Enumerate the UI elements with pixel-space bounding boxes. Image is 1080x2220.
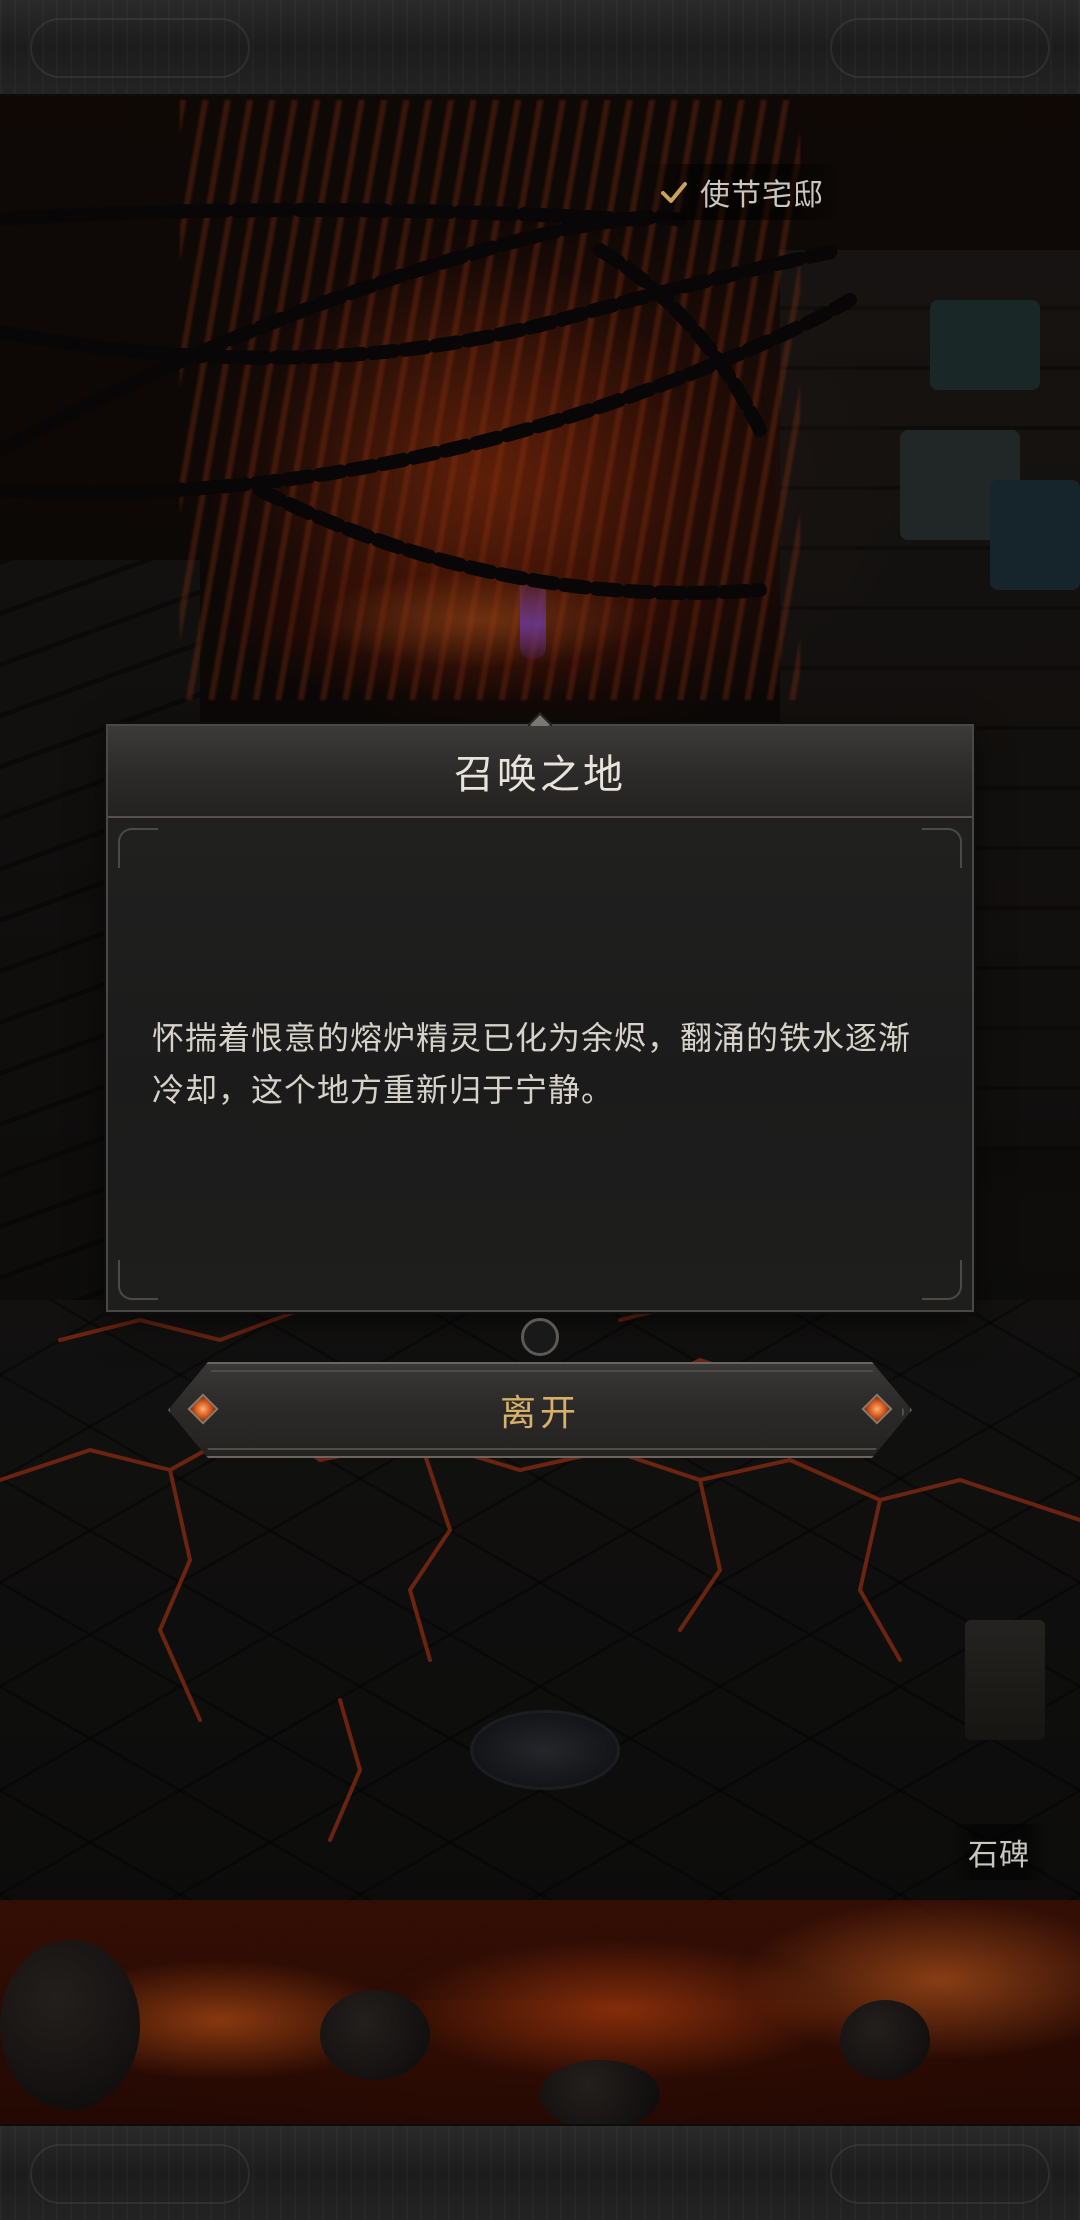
ornament-icon bbox=[830, 2144, 1050, 2204]
ornament-icon bbox=[30, 18, 250, 78]
corner-ornament-icon bbox=[118, 828, 158, 868]
corner-ornament-icon bbox=[922, 1260, 962, 1300]
map-label-stone-stele[interactable]: 石碑 bbox=[950, 1824, 1048, 1880]
leave-button-label: 离开 bbox=[499, 1393, 580, 1434]
dialog-title: 召唤之地 bbox=[454, 752, 626, 798]
corner-ornament-icon bbox=[922, 828, 962, 868]
leave-button[interactable]: 离开 bbox=[168, 1362, 912, 1458]
bottom-frame-bar bbox=[0, 2124, 1080, 2220]
ornament-icon bbox=[830, 18, 1050, 78]
map-label-text: 使节宅邸 bbox=[700, 178, 824, 213]
corner-ornament-icon bbox=[118, 1260, 158, 1300]
map-label-text: 石碑 bbox=[968, 1838, 1030, 1873]
ornament-icon bbox=[30, 2144, 250, 2204]
event-dialog: 召唤之地 怀揣着恨意的熔炉精灵已化为余烬，翻涌的铁水逐渐冷却，这个地方重新归于宁… bbox=[106, 712, 974, 1312]
dialog-body-text: 怀揣着恨意的熔炉精灵已化为余烬，翻涌的铁水逐渐冷却，这个地方重新归于宁静。 bbox=[152, 1019, 912, 1109]
dialog-header: 召唤之地 bbox=[108, 726, 972, 818]
check-icon bbox=[661, 182, 687, 203]
ring-ornament-icon bbox=[521, 1318, 559, 1356]
top-frame-bar bbox=[0, 0, 1080, 96]
map-label-envoy-mansion[interactable]: 使节宅邸 bbox=[640, 164, 842, 220]
